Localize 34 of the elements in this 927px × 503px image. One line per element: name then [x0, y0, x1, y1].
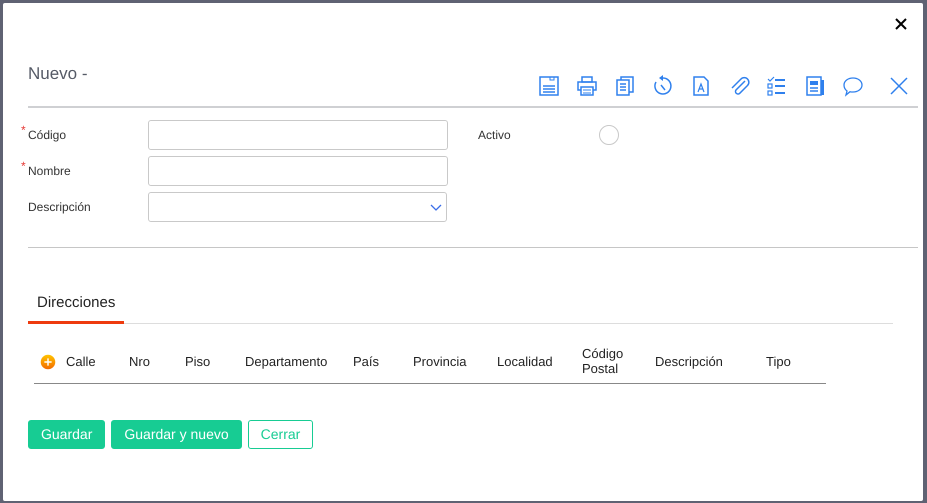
column-header: Tipo: [766, 354, 792, 370]
history-icon: [652, 75, 674, 97]
close-button[interactable]: Cerrar: [248, 420, 314, 448]
report-icon: [804, 75, 826, 97]
comment-icon: [842, 75, 864, 97]
select-field[interactable]: [148, 192, 447, 222]
column-header: Nro: [129, 354, 151, 370]
column-header: Provincia: [413, 354, 468, 370]
required-asterisk: *: [21, 158, 26, 175]
input-field[interactable]: [148, 120, 448, 150]
dialog-title: Nuevo -: [28, 62, 89, 84]
active-toggle[interactable]: [598, 124, 620, 146]
save-button[interactable]: Guardar y nuevo: [111, 420, 242, 448]
column-header: Localidad: [497, 354, 554, 370]
required-asterisk: *: [21, 122, 26, 139]
tab[interactable]: Direcciones: [28, 292, 124, 324]
save-icon: [538, 75, 560, 97]
copy-icon: [614, 75, 636, 97]
column-header: Piso: [185, 354, 212, 370]
save-button[interactable]: Guardar: [28, 420, 106, 448]
input-field[interactable]: [148, 156, 448, 186]
column-header: Calle: [66, 354, 97, 370]
field-label: Código: [28, 127, 68, 144]
print-icon: [576, 75, 598, 97]
column-header: Código Postal: [582, 347, 624, 377]
column-header: Departamento: [245, 354, 328, 370]
column-header: Descripción: [655, 354, 724, 370]
close-icon: [888, 75, 910, 97]
checklist-icon: [766, 75, 788, 97]
field-label: Descripción: [28, 199, 92, 216]
chevron-down-icon: [430, 204, 442, 212]
column-header: País: [353, 354, 380, 370]
field-label: Activo: [478, 127, 512, 144]
field-label: Nombre: [28, 163, 72, 180]
